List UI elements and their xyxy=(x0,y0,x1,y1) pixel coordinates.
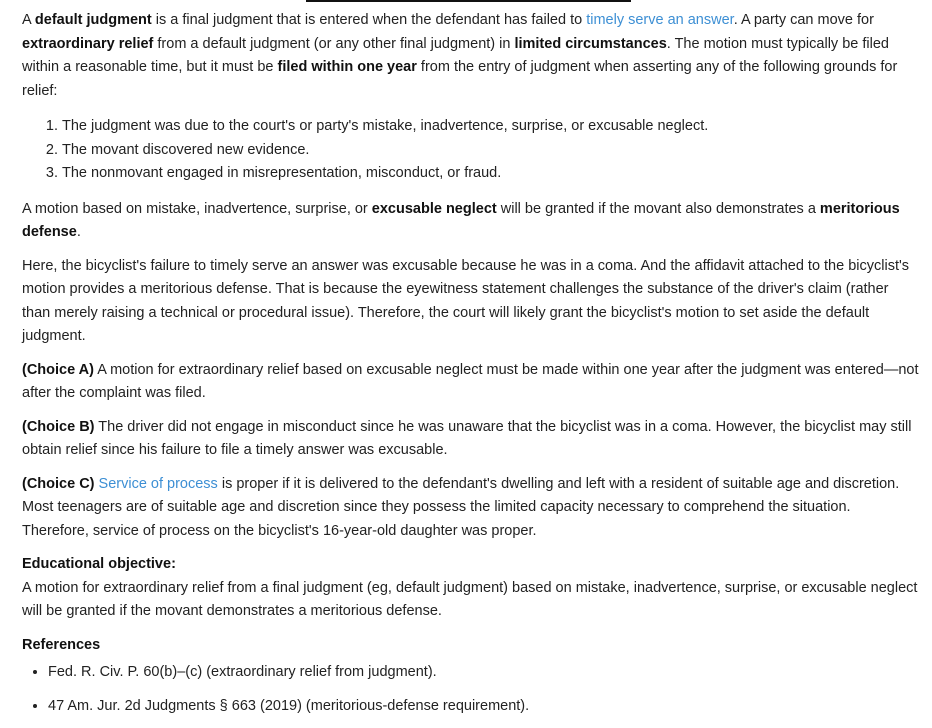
grounds-list: The judgment was due to the court's or p… xyxy=(22,115,920,186)
link-service-of-process[interactable]: Service of process xyxy=(99,476,218,492)
objective-text: A motion for extraordinary relief from a… xyxy=(22,579,918,620)
rule-paragraph: A motion based on mistake, inadvertence,… xyxy=(22,198,920,245)
choice-a-text: A motion for extraordinary relief based … xyxy=(22,361,919,402)
intro-text: is a final judgment that is entered when… xyxy=(151,12,587,28)
choice-b-text: The driver did not engage in misconduct … xyxy=(22,418,912,459)
rule-text: will be granted if the movant also demon… xyxy=(496,200,820,217)
choice-c-label: (Choice C) xyxy=(22,475,95,492)
list-item: The nonmovant engaged in misrepresentati… xyxy=(62,162,920,186)
choice-b-label: (Choice B) xyxy=(22,418,95,435)
objective-title: Educational objective: xyxy=(22,556,176,572)
references-title: References xyxy=(22,636,101,653)
references-list: Fed. R. Civ. P. 60(b)–(c) (extraordinary… xyxy=(22,661,920,718)
intro-text: from a default judgment (or any other fi… xyxy=(153,35,515,52)
reference-item: 47 Am. Jur. 2d Judgments § 663 (2019) (m… xyxy=(48,695,920,719)
term-excusable-neglect: excusable neglect xyxy=(371,200,497,217)
reference-item: Fed. R. Civ. P. 60(b)–(c) (extraordinary… xyxy=(48,661,920,685)
choice-b-paragraph: (Choice B) The driver did not engage in … xyxy=(22,416,920,463)
choice-a-paragraph: (Choice A) A motion for extraordinary re… xyxy=(22,359,920,406)
choice-c-paragraph: (Choice C) Service of process is proper … xyxy=(22,473,920,544)
term-limited-circumstances: limited circumstances xyxy=(514,35,667,52)
term-default-judgment: default judgment xyxy=(34,12,152,28)
link-timely-serve-answer[interactable]: timely serve an answer xyxy=(586,12,733,28)
top-divider xyxy=(306,0,631,2)
intro-text: . A party can move for xyxy=(733,12,874,28)
list-item: The movant discovered new evidence. xyxy=(62,139,920,163)
intro-paragraph: A default judgment is a final judgment t… xyxy=(22,9,920,103)
list-item: The judgment was due to the court's or p… xyxy=(62,115,920,139)
rule-text: . xyxy=(76,224,81,240)
rule-text: A motion based on mistake, inadvertence,… xyxy=(22,200,372,217)
term-filed-within-one-year: filed within one year xyxy=(277,59,417,75)
intro-text: A xyxy=(22,12,35,28)
application-paragraph: Here, the bicyclist's failure to timely … xyxy=(22,257,909,345)
choice-a-label: (Choice A) xyxy=(22,361,94,378)
term-extraordinary-relief: extraordinary relief xyxy=(22,35,154,52)
explanation-content: A default judgment is a final judgment t… xyxy=(22,9,920,728)
